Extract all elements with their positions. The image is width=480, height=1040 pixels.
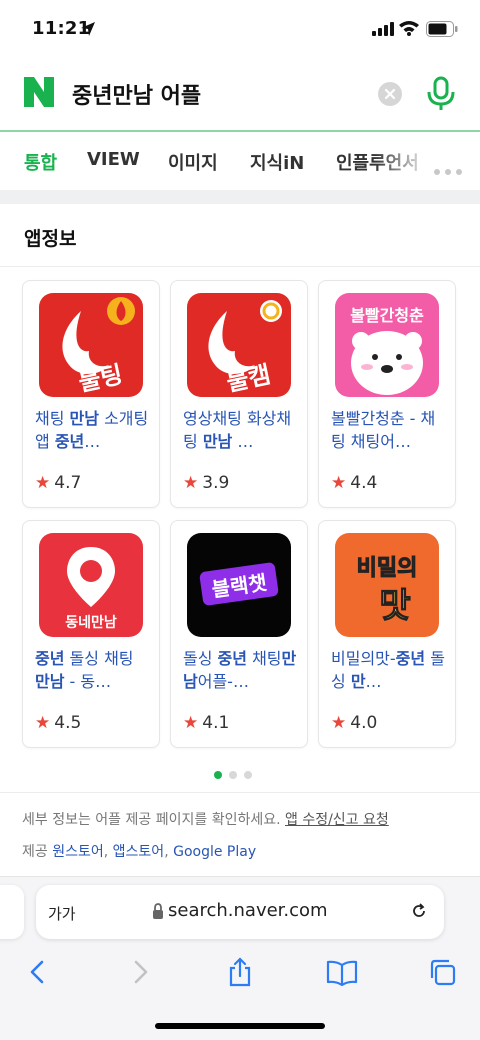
secret-taste-app-icon: 비밀의 맛 bbox=[335, 533, 439, 637]
app-name-html: 중년 돌싱 채팅 만남 - 동… bbox=[35, 649, 134, 691]
previous-tab-card[interactable] bbox=[0, 885, 24, 939]
app-rating: ★ 4.1 bbox=[183, 713, 229, 733]
home-indicator bbox=[155, 1023, 325, 1029]
close-icon bbox=[384, 88, 396, 100]
app-rating: ★ 4.4 bbox=[331, 473, 377, 493]
rating-value: 4.5 bbox=[54, 713, 82, 733]
provider-line: 제공 원스토어, 앱스토어, Google Play bbox=[22, 844, 257, 860]
tab-fade bbox=[375, 132, 430, 190]
app-card[interactable]: 동네만남 중년 돌싱 채팅 만남 - 동… ★ 4.5 bbox=[22, 520, 160, 748]
app-card[interactable]: 비밀의 맛 비밀의맛-중년 돌싱 만… ★ 4.0 bbox=[318, 520, 456, 748]
pager-dot-active[interactable] bbox=[214, 771, 222, 779]
star-icon: ★ bbox=[331, 473, 347, 493]
clear-search-button[interactable] bbox=[378, 82, 402, 106]
flame-app-icon: 불팅 bbox=[39, 293, 143, 397]
provider-appstore-link[interactable]: 앱스토어 bbox=[113, 844, 165, 860]
star-icon: ★ bbox=[183, 473, 199, 493]
section-title: 앱정보 bbox=[24, 228, 77, 250]
address-bar[interactable]: 가가 search.naver.com bbox=[36, 885, 444, 939]
provider-label: 제공 bbox=[22, 844, 48, 860]
text-size-button[interactable]: 가가 bbox=[48, 903, 76, 924]
app-rating: ★ 4.7 bbox=[35, 473, 81, 493]
app-card[interactable]: 불팅 채팅 만남 소개팅앱 중년… ★ 4.7 bbox=[22, 280, 160, 508]
app-name: 비밀의맛-중년 돌싱 만… bbox=[331, 647, 449, 693]
search-query[interactable]: 중년만남 어플 bbox=[72, 78, 201, 110]
location-arrow-icon bbox=[81, 22, 95, 36]
app-name: 돌싱 중년 채팅만남어플-… bbox=[183, 647, 301, 693]
url-text[interactable]: search.naver.com bbox=[168, 900, 328, 921]
carousel-pager[interactable] bbox=[214, 764, 259, 783]
app-rating: ★ 4.5 bbox=[35, 713, 81, 733]
section-line bbox=[0, 266, 480, 267]
app-name-html: 영상채팅 화상채팅 만남 … bbox=[183, 409, 292, 451]
star-icon: ★ bbox=[331, 713, 347, 733]
notice-text: 세부 정보는 어플 제공 페이지를 확인하세요. bbox=[22, 812, 281, 828]
pager-dot[interactable] bbox=[244, 771, 252, 779]
browser-toolbar: 가가 search.naver.com bbox=[0, 876, 480, 1040]
tab-integrated[interactable]: 통합 bbox=[24, 149, 57, 175]
app-name: 중년 돌싱 채팅 만남 - 동… bbox=[35, 647, 153, 693]
info-divider bbox=[0, 792, 480, 793]
rating-value: 4.4 bbox=[350, 473, 378, 493]
app-name: 볼빨간청춘 - 채팅 채팅어… bbox=[331, 407, 449, 453]
back-icon[interactable] bbox=[24, 957, 52, 987]
naver-logo-icon[interactable] bbox=[24, 77, 54, 107]
search-bar: 중년만남 어플 bbox=[0, 58, 480, 132]
microphone-icon[interactable] bbox=[426, 76, 456, 112]
app-card[interactable]: 불캠 영상채팅 화상채팅 만남 … ★ 3.9 bbox=[170, 280, 308, 508]
bookmarks-icon[interactable] bbox=[326, 957, 358, 987]
app-rating: ★ 4.0 bbox=[331, 713, 377, 733]
rating-value: 4.7 bbox=[54, 473, 82, 493]
lock-icon bbox=[153, 903, 163, 919]
share-icon[interactable] bbox=[226, 957, 254, 987]
battery-icon bbox=[426, 21, 458, 37]
app-icon-label: 볼빨간청춘 bbox=[350, 306, 424, 325]
app-icon-label: 비밀의 bbox=[357, 556, 418, 581]
star-icon: ★ bbox=[35, 473, 51, 493]
info-notice: 세부 정보는 어플 제공 페이지를 확인하세요. 앱 수정/신고 요청 bbox=[22, 809, 389, 829]
status-bar: 11:21 bbox=[0, 0, 480, 58]
pager-dot[interactable] bbox=[229, 771, 237, 779]
tab-view[interactable]: VIEW bbox=[87, 149, 140, 170]
app-card[interactable]: 블랙챗 돌싱 중년 채팅만남어플-… ★ 4.1 bbox=[170, 520, 308, 748]
polar-bear-app-icon: 볼빨간청춘 bbox=[335, 293, 439, 397]
provider-googleplay-link[interactable]: Google Play bbox=[173, 844, 256, 860]
app-name: 영상채팅 화상채팅 만남 … bbox=[183, 407, 301, 453]
app-name-html: 비밀의맛-중년 돌싱 만… bbox=[331, 649, 445, 691]
reload-icon[interactable] bbox=[410, 902, 428, 920]
tab-knowledge-in[interactable]: 지식iN bbox=[250, 149, 304, 175]
app-name-html: 돌싱 중년 채팅만남어플-… bbox=[183, 649, 297, 691]
app-name-html: 볼빨간청춘 - 채팅 채팅어… bbox=[331, 409, 436, 451]
black-chat-app-icon: 블랙챗 bbox=[187, 533, 291, 637]
app-icon-label: 동네만남 bbox=[65, 614, 117, 631]
report-link[interactable]: 앱 수정/신고 요청 bbox=[285, 812, 389, 828]
app-card[interactable]: 볼빨간청춘 볼빨간청춘 - 채팅 채팅어… ★ 4.4 bbox=[318, 280, 456, 508]
search-tabs: 통합 VIEW 이미지 지식iN 인플루언서 bbox=[0, 132, 480, 190]
cellular-signal-icon bbox=[372, 22, 394, 36]
app-rating: ★ 3.9 bbox=[183, 473, 229, 493]
app-icon-label: 맛 bbox=[379, 586, 410, 626]
star-icon: ★ bbox=[183, 713, 199, 733]
provider-onestore-link[interactable]: 원스토어 bbox=[52, 844, 104, 860]
rating-value: 4.1 bbox=[202, 713, 230, 733]
flame-cam-app-icon: 불캠 bbox=[187, 293, 291, 397]
more-tabs-button[interactable] bbox=[434, 160, 468, 175]
forward-icon[interactable] bbox=[126, 957, 154, 987]
tab-images[interactable]: 이미지 bbox=[168, 149, 218, 175]
map-pin-app-icon: 동네만남 bbox=[39, 533, 143, 637]
tabs-icon[interactable] bbox=[428, 957, 456, 987]
wifi-icon bbox=[399, 21, 419, 36]
star-icon: ★ bbox=[35, 713, 51, 733]
rating-value: 4.0 bbox=[350, 713, 378, 733]
section-divider bbox=[0, 190, 480, 204]
app-name: 채팅 만남 소개팅앱 중년… bbox=[35, 407, 153, 453]
rating-value: 3.9 bbox=[202, 473, 230, 493]
app-name-html: 채팅 만남 소개팅앱 중년… bbox=[35, 409, 149, 451]
